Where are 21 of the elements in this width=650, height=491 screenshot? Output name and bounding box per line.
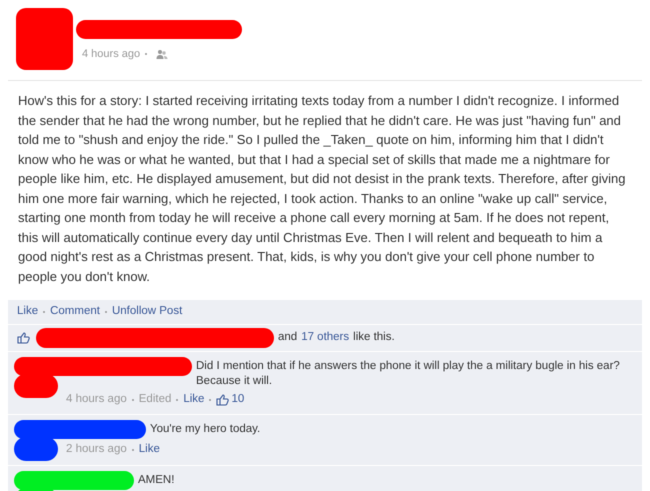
comment-time: 2 hours ago — [66, 442, 127, 458]
thumbs-up-icon — [216, 394, 230, 406]
like-link[interactable]: Like — [138, 441, 160, 458]
redaction-mark — [16, 8, 73, 70]
comment-text: You're my hero today. — [150, 422, 262, 438]
comment-text: Did I mention that if he answers the phone it will play the a military bugle in his ear? Because it will. — [196, 359, 621, 389]
post-text: How's this for a story: I started receiving irritating texts today from a number I didn't recognize. I informed the sender that he had the wrong number, but he replied that he didn't care. He was just "having fun" and told me to "shush and enjoy the ride." So I pulled the _Taken_ quote on him, informing him that I didn't know who he was or what he wanted, but that I had a special set of skills that made me a nightmare for people like him, etc. He displayed amusement, but did not desist in the prank texts. Therefore, after giving him one more fair warning, which he rejected, I took action. Thanks to an online "wake up call" service, starting one month from today he will receive a phone call every morning at 5am. If he does not repent, this will automatically continue every day until Christmas Eve. Then I will relent and bequeath to him a good night's rest as a Christmas present. That, kids, is why you don't give your cell phone number to people you don't know. — [18, 92, 626, 286]
action-link[interactable]: Like — [17, 303, 38, 321]
others-link[interactable]: 17 others — [301, 329, 350, 347]
comment-text: AMEN! — [138, 472, 176, 488]
post-time: 4 hours ago — [82, 47, 140, 62]
edited-label: Edited — [138, 392, 172, 407]
like-count: 10 — [231, 392, 244, 407]
comment-time: 4 hours ago — [66, 392, 127, 407]
people-icon — [156, 49, 168, 60]
likes-suffix: like this. — [353, 330, 395, 346]
action-link[interactable]: Unfollow Post — [112, 303, 182, 321]
likes-and: and — [278, 330, 298, 346]
thumbs-up-icon — [17, 332, 30, 344]
like-link[interactable]: Like — [183, 391, 204, 408]
action-link[interactable]: Comment — [50, 303, 100, 321]
